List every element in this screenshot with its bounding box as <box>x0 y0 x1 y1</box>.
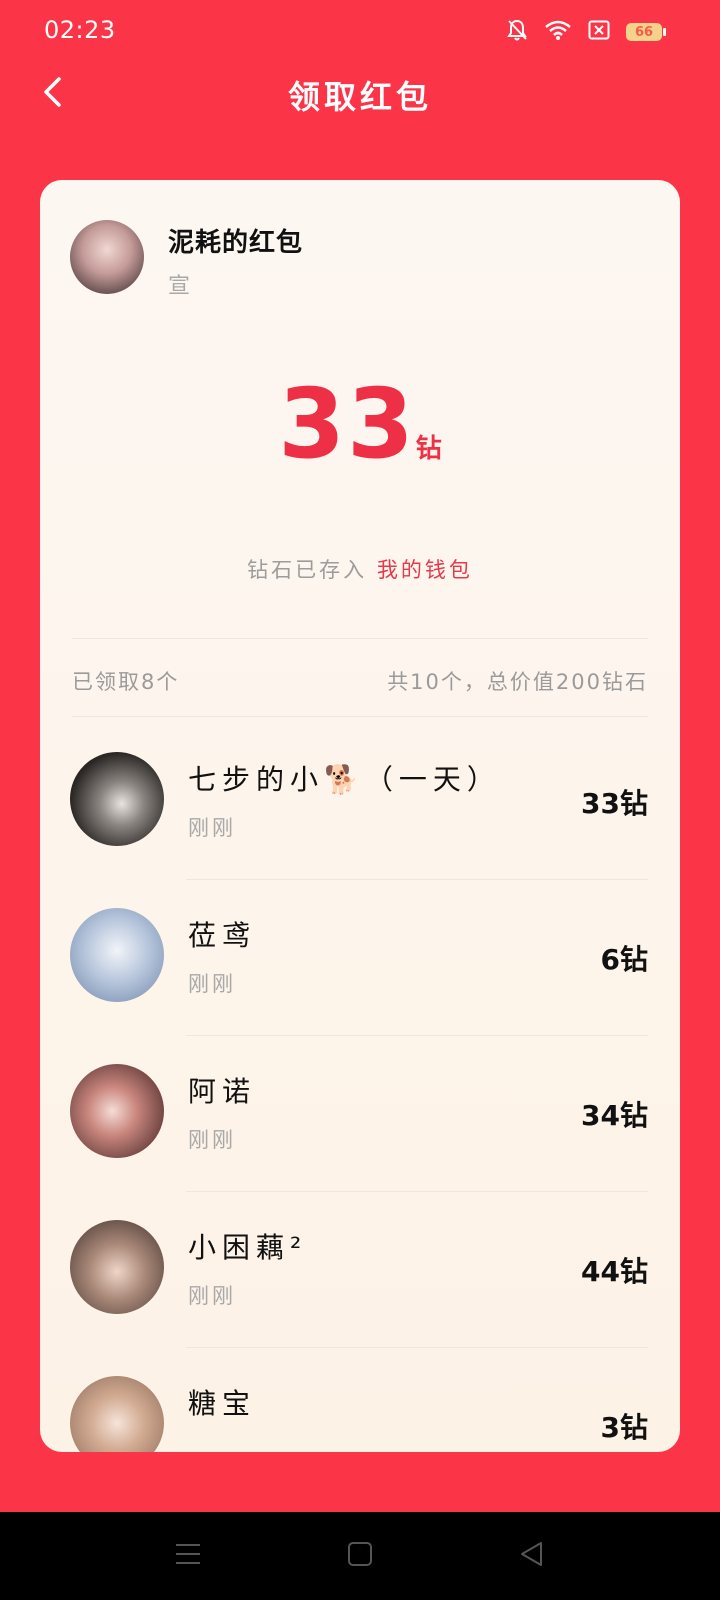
back-triangle-icon <box>519 1541 545 1571</box>
recipient-list: 七步的小🐕（一天） 刚刚 33钻 莅鸢 刚刚 6钻 阿诺 刚刚 34钻 小困藕²… <box>40 724 680 1452</box>
menu-icon <box>175 1543 201 1569</box>
my-wallet-link[interactable]: 我的钱包 <box>377 558 473 582</box>
home-icon <box>347 1541 373 1571</box>
status-icons: 66 <box>506 18 666 46</box>
amount-value: 33 <box>278 368 416 480</box>
recipient-time: 刚刚 <box>188 1284 236 1308</box>
red-packet-card: 泥耗的红包 宣 33钻 钻石已存入 我的钱包 已领取8个 共10个，总价值200… <box>40 180 680 1452</box>
recipient-amount: 3钻 <box>600 1411 648 1444</box>
recipient-name: 糖宝 <box>188 1387 257 1420</box>
avatar <box>70 752 164 846</box>
list-item[interactable]: 阿诺 刚刚 34钻 <box>40 1036 680 1192</box>
wallet-note-text: 钻石已存入 <box>247 558 368 582</box>
avatar <box>70 1376 164 1452</box>
avatar <box>70 908 164 1002</box>
total-summary: 共10个，总价值200钻石 <box>387 670 648 694</box>
bell-muted-icon <box>506 18 528 46</box>
avatar <box>70 1220 164 1314</box>
recipient-time: 刚刚 <box>188 972 236 996</box>
recipient-name: 阿诺 <box>188 1075 257 1108</box>
recipient-name: 小困藕² <box>188 1231 308 1264</box>
recipient-amount: 44钻 <box>581 1255 648 1288</box>
back-nav-button[interactable] <box>512 1536 552 1576</box>
recipient-time: 刚刚 <box>188 1128 236 1152</box>
battery-level: 66 <box>634 24 654 40</box>
battery-icon: 66 <box>626 23 666 41</box>
recipient-amount: 6钻 <box>600 943 648 976</box>
wifi-icon <box>544 19 572 45</box>
recipient-time: 刚刚 <box>188 816 236 840</box>
divider <box>72 638 648 639</box>
recipient-amount: 33钻 <box>581 787 648 820</box>
list-item[interactable]: 小困藕² 刚刚 44钻 <box>40 1192 680 1348</box>
recipient-name: 七步的小🐕（一天） <box>188 763 501 796</box>
list-item[interactable]: 莅鸢 刚刚 6钻 <box>40 880 680 1036</box>
avatar <box>70 1064 164 1158</box>
sim-off-icon <box>588 20 610 44</box>
status-time: 02:23 <box>44 16 116 44</box>
divider <box>72 716 648 717</box>
list-item[interactable]: 七步的小🐕（一天） 刚刚 33钻 <box>40 724 680 880</box>
status-bar: 02:23 66 <box>0 0 720 64</box>
recipient-amount: 34钻 <box>581 1099 648 1132</box>
menu-button[interactable] <box>168 1536 208 1576</box>
sender-subtitle: 宣 <box>168 274 191 299</box>
page-title: 领取红包 <box>287 78 432 116</box>
list-item[interactable]: 糖宝 3钻 <box>40 1348 680 1452</box>
wallet-note: 钻石已存入 我的钱包 <box>40 554 680 584</box>
system-navigation-bar <box>0 1512 720 1600</box>
received-amount: 33钻 <box>40 368 680 480</box>
home-button[interactable] <box>340 1536 380 1576</box>
amount-unit: 钻 <box>415 434 442 464</box>
sender-title: 泥耗的红包 <box>168 228 304 258</box>
header: 领取红包 <box>0 64 720 124</box>
sender-avatar[interactable] <box>70 220 144 294</box>
sender-info: 泥耗的红包 宣 <box>70 220 630 300</box>
recipient-name: 莅鸢 <box>188 919 257 952</box>
received-count: 已领取8个 <box>72 670 180 694</box>
